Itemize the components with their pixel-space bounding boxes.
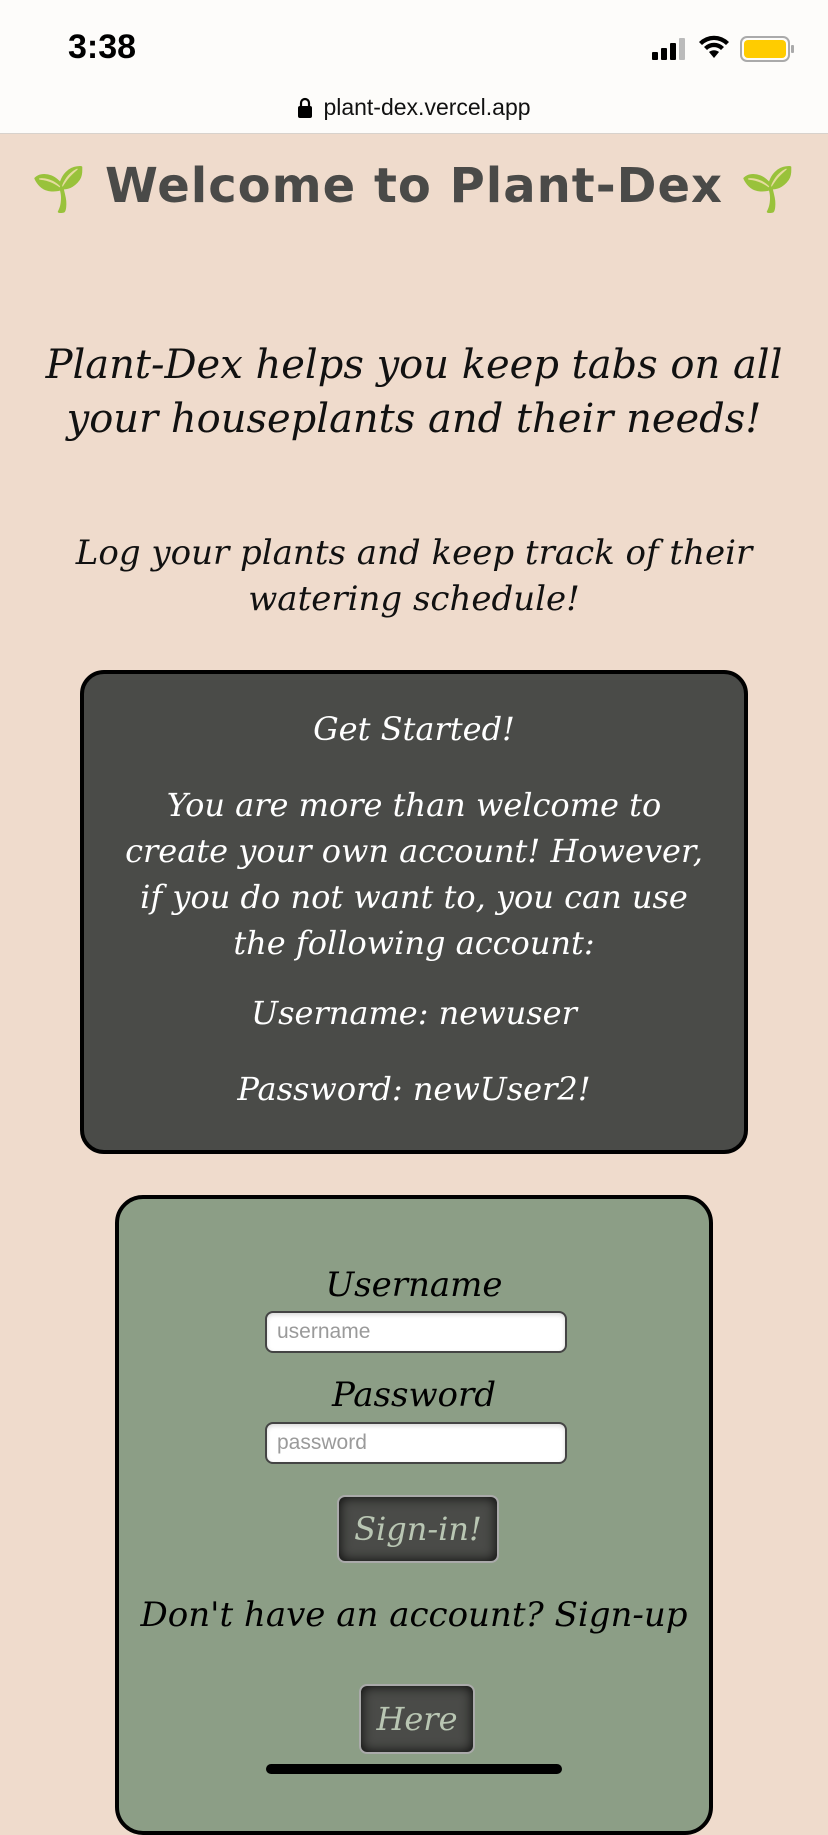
get-started-card: Get Started! You are more than welcome t…: [80, 670, 748, 1154]
page-title: 🌱 Welcome to Plant-Dex 🌱: [0, 158, 828, 215]
demo-password: Password: newUser2!: [237, 1070, 591, 1108]
sign-in-button[interactable]: Sign-in!: [337, 1495, 499, 1563]
password-label: Password: [331, 1375, 497, 1415]
login-form: Username Password Sign-in! Don't have an…: [115, 1195, 713, 1835]
page-title-text: Welcome to Plant-Dex: [104, 158, 723, 214]
home-indicator: [266, 1764, 562, 1774]
get-started-title: Get Started!: [313, 710, 515, 748]
address-bar[interactable]: plant-dex.vercel.app: [0, 82, 828, 134]
url-text[interactable]: plant-dex.vercel.app: [323, 94, 530, 121]
intro-subheading: Log your plants and keep track of their …: [75, 533, 753, 619]
battery-icon: [740, 36, 794, 62]
username-input[interactable]: [265, 1311, 567, 1353]
sprout-icon: 🌱: [740, 164, 797, 215]
signup-prompt: Don't have an account? Sign-up: [140, 1595, 688, 1635]
lock-icon: [298, 97, 313, 118]
status-time: 3:38: [68, 28, 137, 66]
username-label: Username: [325, 1265, 503, 1305]
signup-here-button[interactable]: Here: [359, 1684, 475, 1754]
get-started-body: You are more than welcome to create your…: [125, 786, 703, 962]
demo-username: Username: newuser: [251, 994, 577, 1032]
intro-heading: Plant-Dex helps you keep tabs on all you…: [45, 342, 783, 442]
password-input[interactable]: [265, 1422, 567, 1464]
sprout-icon: 🌱: [31, 164, 88, 215]
signal-icon: [652, 38, 685, 60]
wifi-icon: [699, 35, 729, 58]
